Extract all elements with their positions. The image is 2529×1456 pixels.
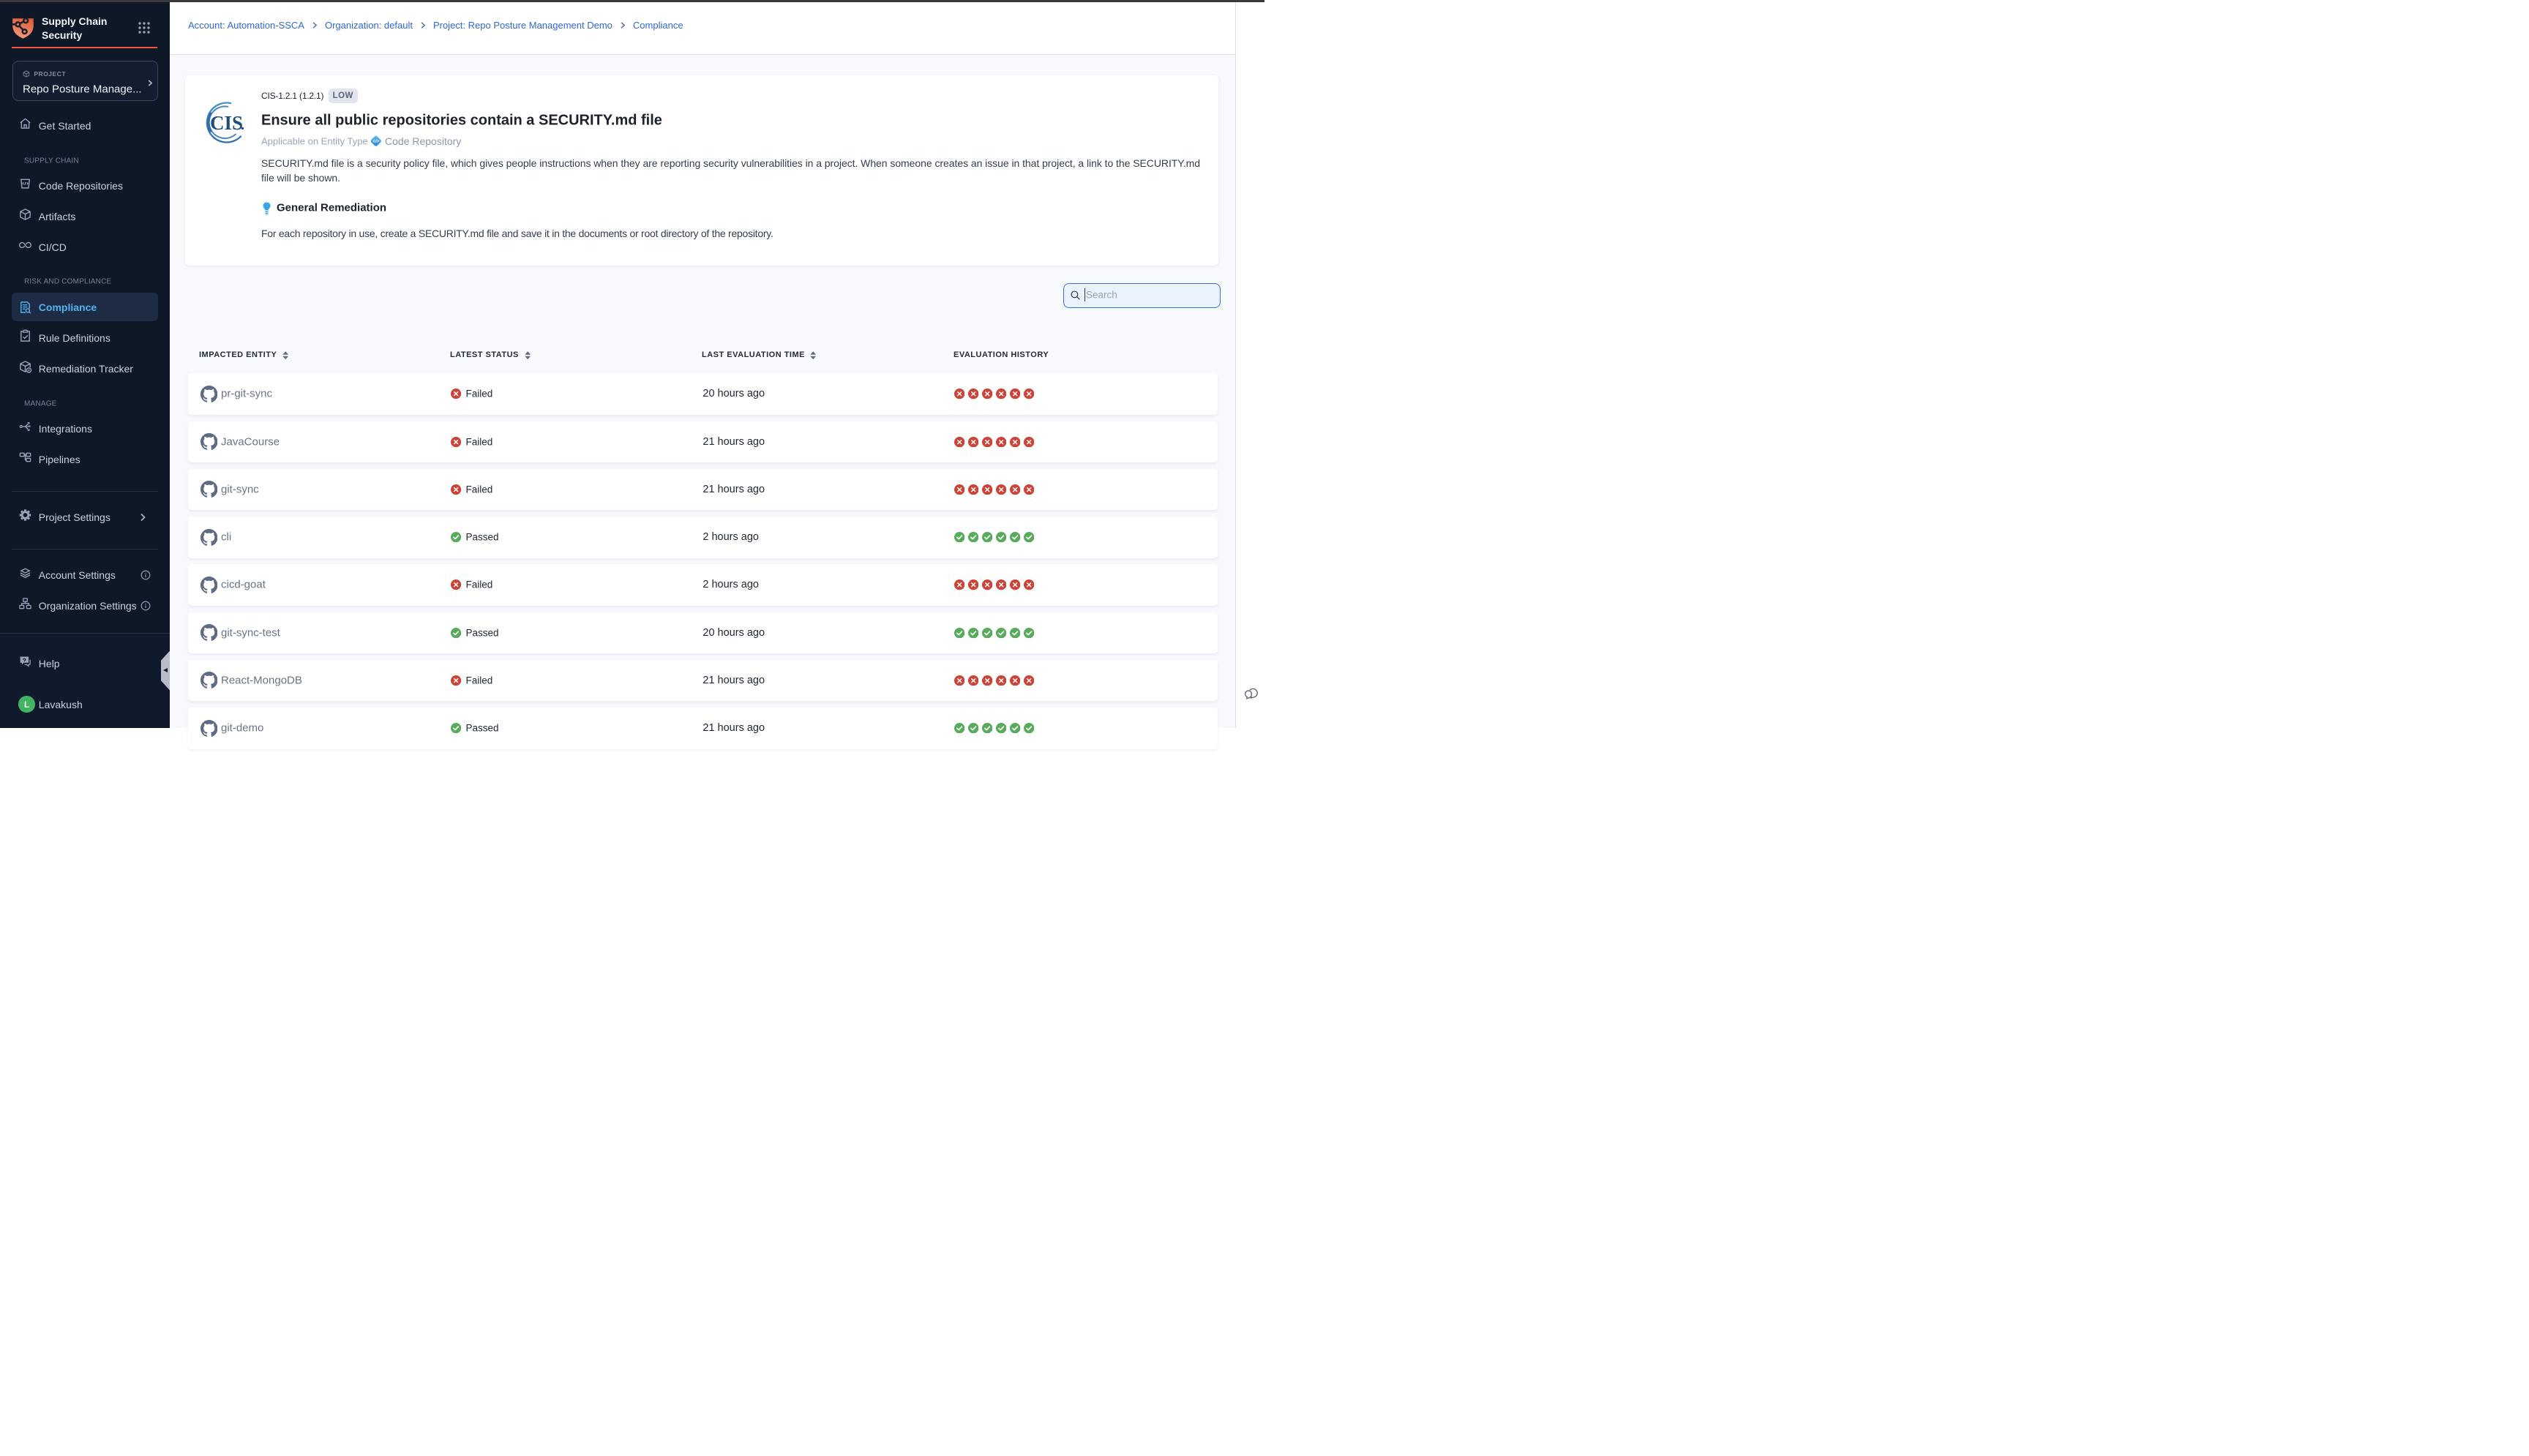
svg-text:CIS: CIS <box>210 112 243 134</box>
